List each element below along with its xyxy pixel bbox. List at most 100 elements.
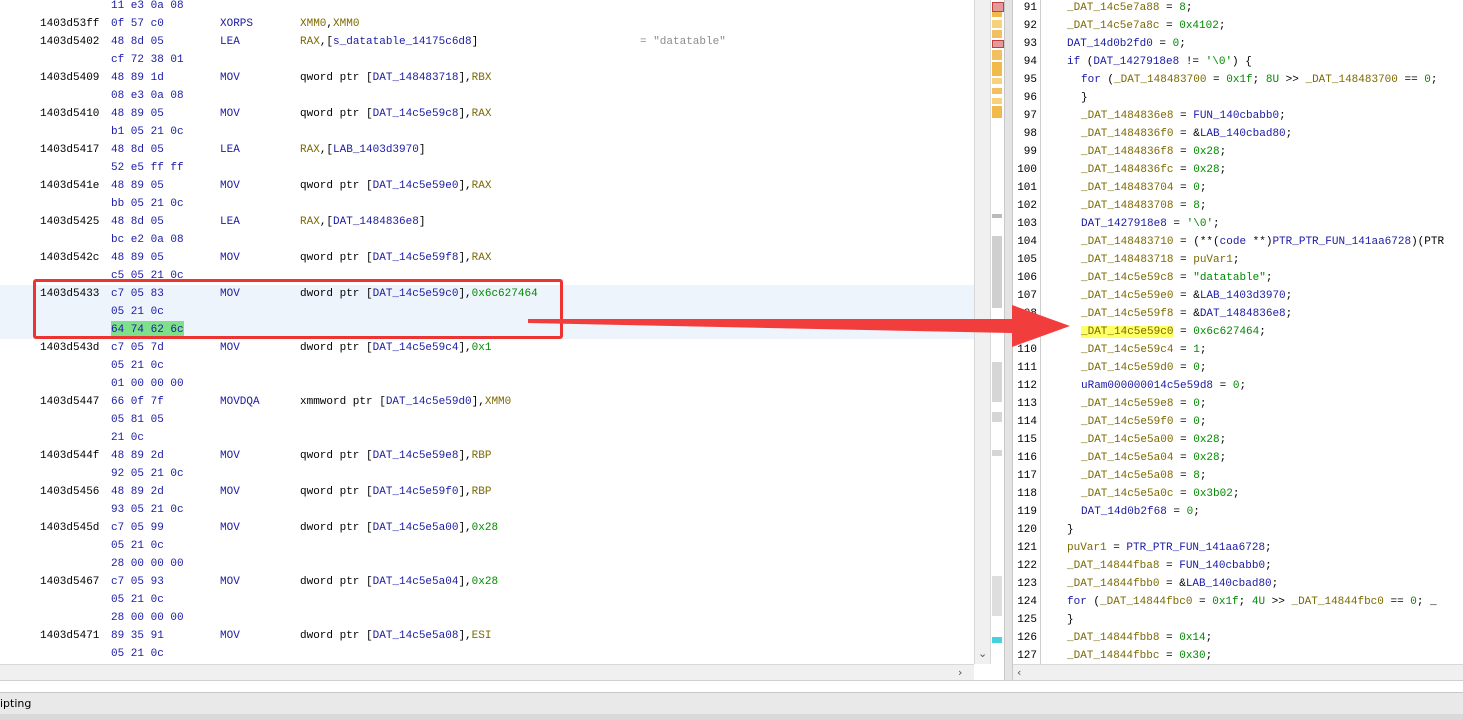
decompiler-line[interactable]: 100 _DAT_1484836fc = 0x28; bbox=[1013, 161, 1463, 179]
scroll-left-icon[interactable]: ‹ bbox=[1017, 666, 1021, 679]
listing-instruction-row[interactable]: 1403d5409 48 89 1d MOV qword ptr [DAT_14848… bbox=[0, 69, 975, 87]
decompiler-line[interactable]: 110 _DAT_14c5e59c4 = 1; bbox=[1013, 341, 1463, 359]
listing-bytes-row[interactable]: b1 05 21 0c bbox=[0, 123, 975, 141]
listing-bytes-row[interactable]: cf 72 38 01 bbox=[0, 51, 975, 69]
listing-instruction-row[interactable]: 1403d5402 48 8d 05 LEA RAX,[s_datatable_141… bbox=[0, 33, 975, 51]
decompiler-line[interactable]: 92 _DAT_14c5e7a8c = 0x4102; bbox=[1013, 17, 1463, 35]
decompiler-line[interactable]: 116 _DAT_14c5e5a04 = 0x28; bbox=[1013, 449, 1463, 467]
code-token[interactable]: _DAT_1484836f0 bbox=[1081, 128, 1173, 140]
listing-instruction-row[interactable]: 1403d5456 48 89 2d MOV qword ptr [DAT_14c5e… bbox=[0, 483, 975, 501]
decompiler-line[interactable]: 120} bbox=[1013, 521, 1463, 539]
listing-instruction-row[interactable]: 1403d53ff 0f 57 c0 XORPS XMM0,XMM0 bbox=[0, 15, 975, 33]
code-token[interactable]: code bbox=[1220, 236, 1246, 248]
code-token[interactable]: _DAT_14c5e59f8 bbox=[1081, 308, 1173, 320]
listing-bytes-row[interactable]: bb 05 21 0c bbox=[0, 195, 975, 213]
code-token[interactable]: _DAT_14c5e7a8c bbox=[1067, 20, 1159, 32]
decompiler-line[interactable]: 95 for (_DAT_148483700 = 0x1f; 8U >> _DAT… bbox=[1013, 71, 1463, 89]
code-token[interactable]: _DAT_148483700 bbox=[1305, 74, 1397, 86]
listing-bytes-row[interactable]: 21 0c bbox=[0, 429, 975, 447]
code-token[interactable]: _DAT_14c5e59c8 bbox=[1081, 272, 1173, 284]
code-token[interactable]: DAT_1427918e8 bbox=[1093, 56, 1179, 68]
code-token[interactable]: uRam000000014c5e59d8 bbox=[1081, 380, 1213, 392]
decompiler-line[interactable]: 91 _DAT_14c5e7a88 = 8; bbox=[1013, 0, 1463, 17]
code-token[interactable]: _DAT_14c5e59d0 bbox=[1081, 362, 1173, 374]
decompiler-line[interactable]: 105 _DAT_148483718 = puVar1; bbox=[1013, 251, 1463, 269]
code-token[interactable]: _DAT_14c5e5a00 bbox=[1081, 434, 1173, 446]
listing-bytes-row[interactable]: 93 05 21 0c bbox=[0, 501, 975, 519]
decompiler-line[interactable]: 112 uRam000000014c5e59d8 = 0; bbox=[1013, 377, 1463, 395]
code-token[interactable]: for bbox=[1081, 74, 1101, 86]
operand-reference[interactable]: DAT_14c5e5a04 bbox=[373, 576, 459, 588]
decompiler-line[interactable]: 111 _DAT_14c5e59d0 = 0; bbox=[1013, 359, 1463, 377]
operand-reference[interactable]: DAT_14c5e59f8 bbox=[373, 252, 459, 264]
decompiler-line[interactable]: 102 _DAT_148483708 = 8; bbox=[1013, 197, 1463, 215]
code-token[interactable]: _DAT_148483710 bbox=[1081, 236, 1173, 248]
code-token[interactable]: PTR_PTR_FUN_141aa6728 bbox=[1272, 236, 1411, 248]
decompiler-line[interactable]: 122 _DAT_14844fba8 = FUN_140cbabb0; bbox=[1013, 557, 1463, 575]
code-token[interactable]: if bbox=[1067, 56, 1080, 68]
listing-instruction-row[interactable]: 1403d544f 48 89 2d MOV qword ptr [DAT_14c5e… bbox=[0, 447, 975, 465]
code-token[interactable]: _DAT_14844fba8 bbox=[1067, 560, 1159, 572]
listing-instruction-row[interactable]: 1403d541e 48 89 05 MOV qword ptr [DAT_14c5e… bbox=[0, 177, 975, 195]
listing-instruction-row[interactable]: 1403d5417 48 8d 05 LEA RAX,[LAB_1403d3970] bbox=[0, 141, 975, 159]
code-token[interactable]: _DAT_14844fbb0 bbox=[1067, 578, 1159, 590]
decompiler-line[interactable]: 114 _DAT_14c5e59f0 = 0; bbox=[1013, 413, 1463, 431]
code-token[interactable]: _DAT_14844fbbc bbox=[1067, 650, 1159, 662]
code-token[interactable]: _DAT_14844fbb8 bbox=[1067, 632, 1159, 644]
decompiler-line[interactable]: 124 for (_DAT_14844fbc0 = 0x1f; 4U >> _DA… bbox=[1013, 593, 1463, 611]
code-token[interactable]: _DAT_1484836fc bbox=[1081, 164, 1173, 176]
code-token[interactable]: FUN_140cbabb0 bbox=[1179, 560, 1265, 572]
code-token[interactable]: _DAT_148483700 bbox=[1114, 74, 1206, 86]
code-token[interactable]: LAB_1403d3970 bbox=[1200, 290, 1286, 302]
listing-bytes-row[interactable]: 52 e5 ff ff bbox=[0, 159, 975, 177]
decompiler-horizontal-scrollbar[interactable]: ‹ bbox=[1013, 664, 1463, 681]
code-token[interactable]: for bbox=[1067, 596, 1087, 608]
listing-bytes-row[interactable]: 05 21 0c bbox=[0, 645, 975, 663]
listing-instruction-row[interactable]: 1403d543d c7 05 7d MOV dword ptr [DAT_14c5e… bbox=[0, 339, 975, 357]
decompiler-line[interactable]: 109 _DAT_14c5e59c0 = 0x6c627464; bbox=[1013, 323, 1463, 341]
decompiler-line[interactable]: 108 _DAT_14c5e59f8 = &DAT_1484836e8; bbox=[1013, 305, 1463, 323]
listing-bytes-row[interactable]: 28 00 00 00 bbox=[0, 555, 975, 573]
operand-reference[interactable]: DAT_14c5e59f0 bbox=[373, 486, 459, 498]
listing-overview-bar[interactable] bbox=[990, 0, 1004, 664]
highlighted-token[interactable]: _DAT_14c5e59c0 bbox=[1081, 326, 1174, 338]
operand-reference[interactable]: DAT_148483718 bbox=[373, 72, 459, 84]
decompiler-pane[interactable]: 91 _DAT_14c5e7a88 = 8; 92 _DAT_14c5e7a8c = … bbox=[1013, 0, 1463, 664]
listing-instruction-row[interactable]: 1403d5447 66 0f 7f MOVDQA xmmword ptr [DAT_… bbox=[0, 393, 975, 411]
code-token[interactable]: _DAT_14c5e59e8 bbox=[1081, 398, 1173, 410]
code-token[interactable]: _DAT_148483708 bbox=[1081, 200, 1173, 212]
listing-bytes-row[interactable]: 05 21 0c bbox=[0, 537, 975, 555]
listing-bytes-row[interactable]: bc e2 0a 08 bbox=[0, 231, 975, 249]
code-token[interactable]: DAT_14d0b2f68 bbox=[1081, 506, 1167, 518]
code-token[interactable]: _DAT_14844fbc0 bbox=[1100, 596, 1192, 608]
decompiler-line[interactable]: 127 _DAT_14844fbbc = 0x30; bbox=[1013, 647, 1463, 664]
listing-bytes-row[interactable]: 01 00 00 00 bbox=[0, 375, 975, 393]
code-token[interactable]: DAT_1427918e8 bbox=[1081, 218, 1167, 230]
code-token[interactable]: LAB_140cbad80 bbox=[1200, 128, 1286, 140]
decompiler-line[interactable]: 94 if (DAT_1427918e8 != '\0') { bbox=[1013, 53, 1463, 71]
code-token[interactable]: _DAT_14c5e5a08 bbox=[1081, 470, 1173, 482]
decompiler-line[interactable]: 119 DAT_14d0b2f68 = 0; bbox=[1013, 503, 1463, 521]
code-token[interactable]: _DAT_148483718 bbox=[1081, 254, 1173, 266]
code-token[interactable]: _DAT_148483704 bbox=[1081, 182, 1173, 194]
decompiler-line[interactable]: 96} bbox=[1013, 89, 1463, 107]
operand-reference[interactable]: LAB_1403d3970 bbox=[333, 144, 419, 156]
operand-reference[interactable]: DAT_14c5e59e8 bbox=[373, 450, 459, 462]
code-token[interactable]: PTR_PTR_FUN_141aa6728 bbox=[1126, 542, 1265, 554]
listing-bytes-row[interactable]: 92 05 21 0c bbox=[0, 465, 975, 483]
code-token[interactable]: _DAT_14c5e59c4 bbox=[1081, 344, 1173, 356]
operand-reference[interactable]: DAT_14c5e59c8 bbox=[373, 108, 459, 120]
code-token[interactable]: _DAT_1484836f8 bbox=[1081, 146, 1173, 158]
listing-bytes-row[interactable]: 05 21 0c bbox=[0, 591, 975, 609]
listing-instruction-row[interactable]: 1403d5425 48 8d 05 LEA RAX,[DAT_1484836e8] bbox=[0, 213, 975, 231]
listing-instruction-row[interactable]: 1403d5467 c7 05 93 MOV dword ptr [DAT_14c5e… bbox=[0, 573, 975, 591]
listing-bytes-row[interactable]: 05 81 05 bbox=[0, 411, 975, 429]
decompiler-line[interactable]: 97 _DAT_1484836e8 = FUN_140cbabb0; bbox=[1013, 107, 1463, 125]
code-token[interactable]: _DAT_14844fbc0 bbox=[1291, 596, 1383, 608]
operand-reference[interactable]: s_datatable_14175c6d8 bbox=[333, 36, 472, 48]
operand-reference[interactable]: DAT_14c5e5a00 bbox=[373, 522, 459, 534]
decompiler-line[interactable]: 118 _DAT_14c5e5a0c = 0x3b02; bbox=[1013, 485, 1463, 503]
code-token[interactable]: _DAT_1484836e8 bbox=[1081, 110, 1173, 122]
decompiler-line[interactable]: 93 DAT_14d0b2fd0 = 0; bbox=[1013, 35, 1463, 53]
decompiler-line[interactable]: 123 _DAT_14844fbb0 = &LAB_140cbad80; bbox=[1013, 575, 1463, 593]
